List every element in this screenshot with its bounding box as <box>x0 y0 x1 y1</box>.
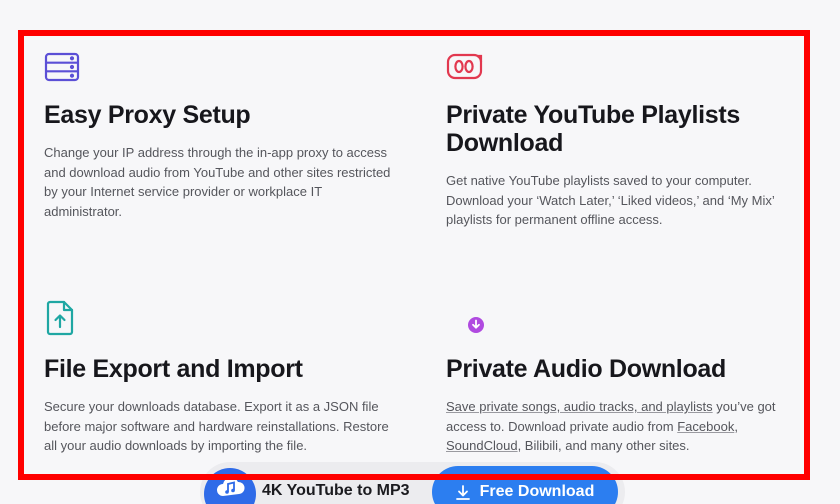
feature-easy-proxy-setup: Easy Proxy Setup Change your IP address … <box>44 52 394 221</box>
private-playlist-icon <box>446 52 806 87</box>
feature-private-audio-download: Private Audio Download Save private song… <box>446 300 796 456</box>
download-icon <box>455 485 470 500</box>
feature-title: Private Audio Download <box>446 355 726 383</box>
feature-title: File Export and Import <box>44 355 303 383</box>
music-cloud-icon <box>217 477 245 496</box>
free-download-label: Free Download <box>479 483 595 500</box>
feature-file-export-import: File Export and Import Secure your downl… <box>44 300 394 456</box>
soundcloud-link[interactable]: SoundCloud <box>446 438 518 453</box>
app-name: 4K YouTube to MP3 <box>262 482 410 499</box>
private-content-link[interactable]: Save private songs, audio tracks, and pl… <box>446 399 713 414</box>
feature-title: Easy Proxy Setup <box>44 101 251 129</box>
file-upload-icon <box>44 300 394 341</box>
server-stack-icon <box>44 52 394 87</box>
feature-description: Change your IP address through the in-ap… <box>44 145 391 219</box>
feature-private-playlists: Private YouTube Playlists Download Get n… <box>446 52 806 230</box>
free-download-button[interactable]: Free Download <box>432 466 618 504</box>
feature-description: Save private songs, audio tracks, and pl… <box>446 399 776 453</box>
audio-download-icon <box>446 300 796 341</box>
feature-title: Private YouTube Playlists Download <box>446 101 741 157</box>
facebook-link[interactable]: Facebook <box>677 419 734 434</box>
feature-description: Get native YouTube playlists saved to yo… <box>446 173 775 227</box>
feature-description: Secure your downloads database. Export i… <box>44 399 389 453</box>
